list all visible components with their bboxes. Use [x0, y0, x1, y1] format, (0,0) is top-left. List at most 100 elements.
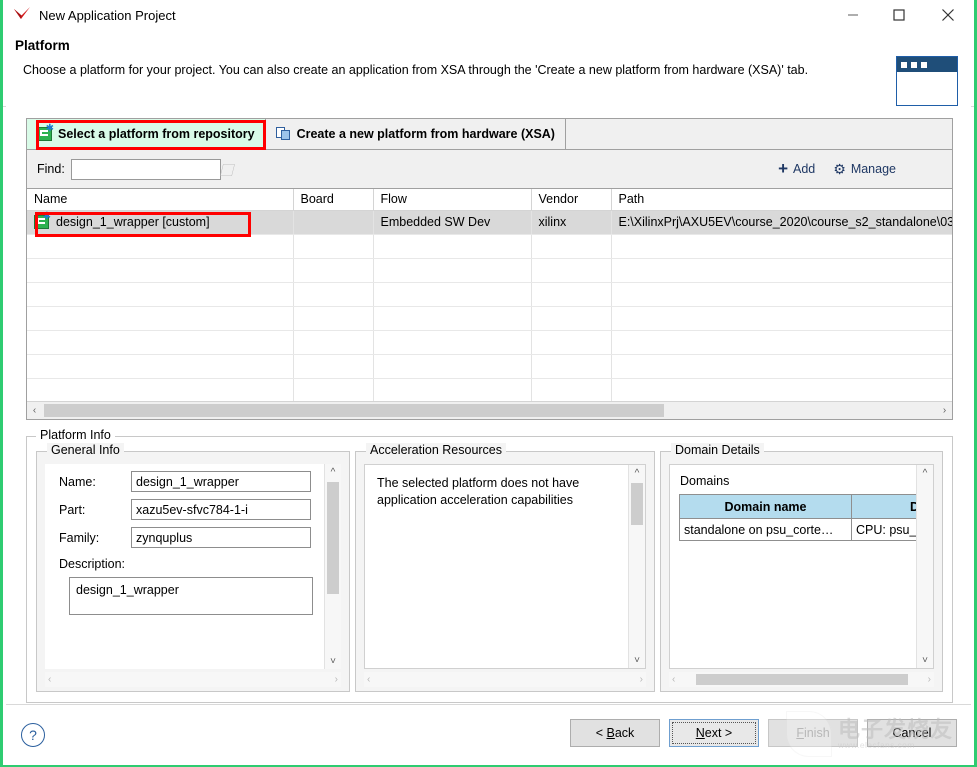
scroll-right-icon[interactable]: ›: [928, 674, 931, 685]
scroll-left-icon[interactable]: ‹: [367, 674, 370, 685]
family-field[interactable]: [131, 527, 311, 548]
field-family: Family:: [59, 527, 341, 548]
platform-info-group: Platform Info General Info Name: Part:: [26, 428, 953, 703]
help-icon[interactable]: ?: [21, 723, 45, 747]
vscroll-thumb[interactable]: [327, 482, 339, 594]
tab-select-platform-from-repository[interactable]: ✱ Select a platform from repository: [27, 119, 266, 149]
cell-vendor: xilinx: [531, 210, 612, 235]
column-header-name[interactable]: Name: [27, 189, 294, 211]
cancel-label: Cancel: [892, 726, 932, 740]
vscroll-thumb[interactable]: [631, 483, 643, 525]
hscroll-track[interactable]: [42, 404, 937, 417]
acceleration-hscrollbar[interactable]: ‹ ›: [364, 672, 646, 687]
description-label: Description:: [59, 557, 125, 571]
scroll-up-icon[interactable]: ^: [917, 465, 933, 481]
scroll-left-icon[interactable]: ‹: [672, 674, 675, 685]
back-button[interactable]: < Back: [570, 719, 660, 747]
plus-icon: +: [778, 159, 788, 178]
description-field[interactable]: design_1_wrapper: [69, 577, 313, 615]
scroll-down-icon[interactable]: ˅: [325, 653, 341, 669]
scroll-right-icon[interactable]: ›: [937, 405, 952, 416]
add-label: Add: [793, 162, 816, 176]
domain-hscrollbar[interactable]: ‹ ›: [669, 672, 934, 687]
column-header-path[interactable]: Path: [611, 189, 952, 211]
table-row-empty: [27, 306, 952, 331]
maximize-button[interactable]: [876, 0, 922, 30]
cancel-button[interactable]: Cancel: [867, 719, 957, 747]
general-info-panel: General Info Name: Part: Family:: [36, 443, 350, 692]
acceleration-resources-label: Acceleration Resources: [366, 443, 507, 457]
name-label: Name:: [59, 474, 96, 489]
platform-info-label: Platform Info: [36, 428, 115, 442]
window-title: New Application Project: [39, 7, 176, 23]
minimize-button[interactable]: [830, 0, 876, 30]
search-input[interactable]: [70, 158, 221, 180]
platform-table: Name Board Flow Vendor Path ✱ design_1_w…: [27, 189, 952, 403]
family-label: Family:: [59, 530, 100, 545]
general-info-label: General Info: [47, 443, 124, 457]
domain-vscrollbar[interactable]: ^ ˅: [916, 465, 933, 668]
column-header-flow[interactable]: Flow: [373, 189, 532, 211]
field-name: Name:: [59, 471, 341, 492]
wizard-banner-icon: [896, 56, 958, 106]
column-header-domain-name[interactable]: Domain name: [679, 494, 852, 519]
page-description: Choose a platform for your project. You …: [23, 63, 809, 77]
column-header-vendor[interactable]: Vendor: [531, 189, 612, 211]
domain-details-label: Domain Details: [671, 443, 764, 457]
vitis-check-icon: [11, 6, 33, 24]
tab-create-new-platform-from-hardware[interactable]: Create a new platform from hardware (XSA…: [265, 119, 566, 149]
acceleration-message: The selected platform does not have appl…: [377, 476, 580, 507]
page-title: Platform: [15, 38, 70, 53]
acceleration-resources-panel: Acceleration Resources The selected plat…: [355, 443, 655, 692]
domains-subtitle: Domains: [680, 474, 730, 488]
hardware-xsa-icon: [275, 127, 291, 141]
platform-list-hscrollbar[interactable]: ‹ ›: [27, 401, 952, 419]
field-part: Part:: [59, 499, 341, 520]
general-info-hscrollbar[interactable]: ‹ ›: [45, 672, 341, 687]
next-button[interactable]: Next >: [669, 719, 759, 747]
scroll-right-icon[interactable]: ›: [640, 674, 643, 685]
wizard-buttons: < Back Next > Finish Cancel: [570, 719, 957, 747]
column-header-board[interactable]: Board: [293, 189, 374, 211]
domain-details-content: Domains Domain name Details: [669, 464, 934, 669]
finish-button: Finish: [768, 719, 858, 747]
platform-item-icon: ✱: [34, 212, 51, 229]
table-row-empty: [27, 282, 952, 307]
wizard-banner: Platform Choose a platform for your proj…: [3, 30, 974, 107]
acceleration-resources-content: The selected platform does not have appl…: [364, 464, 646, 669]
manage-platforms-button[interactable]: ⚙ Manage: [833, 162, 896, 176]
scroll-left-icon[interactable]: ‹: [27, 405, 42, 416]
table-row-empty: [27, 330, 952, 355]
name-field[interactable]: [131, 471, 311, 492]
scroll-down-icon[interactable]: ˅: [629, 652, 645, 668]
cell-flow: Embedded SW Dev: [373, 210, 532, 235]
cell-domain-name: standalone on psu_corte…: [679, 518, 852, 541]
scroll-up-icon[interactable]: ^: [325, 464, 341, 480]
acceleration-vscrollbar[interactable]: ^ ˅: [628, 465, 645, 668]
table-row[interactable]: standalone on psu_corte… CPU: psu_cortex…: [679, 518, 933, 541]
manage-label: Manage: [850, 162, 896, 176]
table-row-empty: [27, 234, 952, 259]
cell-name: ✱ design_1_wrapper [custom]: [27, 210, 294, 235]
scroll-left-icon[interactable]: ‹: [48, 674, 51, 685]
hscroll-thumb[interactable]: [695, 674, 908, 685]
add-platform-button[interactable]: + Add: [778, 159, 816, 178]
scroll-right-icon[interactable]: ›: [335, 674, 338, 685]
wizard-body: ✱ Select a platform from repository Crea…: [6, 106, 971, 705]
part-field[interactable]: [131, 499, 311, 520]
general-info-content: Name: Part: Family: Description: desig: [45, 464, 341, 669]
platform-list[interactable]: Name Board Flow Vendor Path ✱ design_1_w…: [26, 188, 953, 420]
table-row[interactable]: ✱ design_1_wrapper [custom] Embedded SW …: [27, 210, 952, 235]
domains-table: Domain name Details standalone on psu_co…: [679, 494, 933, 541]
general-info-vscrollbar[interactable]: ^ ˅: [324, 464, 341, 669]
close-button[interactable]: [922, 0, 974, 30]
window-controls: [830, 0, 974, 30]
domain-details-panel: Domain Details Domains Domain name Detai…: [660, 443, 943, 692]
find-label: Find:: [37, 162, 65, 176]
scroll-up-icon[interactable]: ^: [629, 465, 645, 481]
hscroll-thumb[interactable]: [44, 404, 664, 417]
scroll-down-icon[interactable]: ˅: [917, 652, 933, 668]
wizard-footer: ? < Back Next > Finish Cancel 电子发烧友 www.…: [6, 704, 971, 763]
domains-header-row: Domain name Details: [679, 494, 933, 519]
back-label: B: [606, 726, 615, 740]
